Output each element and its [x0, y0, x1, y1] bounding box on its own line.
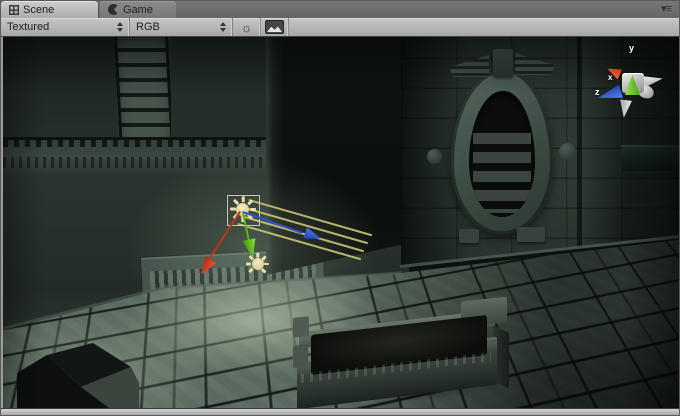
sun-icon: ☼ — [241, 19, 253, 36]
scene-view-window: Scene Game ▾≡ Textured RGB ☼ — [0, 0, 680, 416]
x-axis-label: x — [608, 73, 612, 82]
scene-toolbar: Textured RGB ☼ — [1, 18, 679, 37]
scene-grid-icon — [9, 5, 19, 15]
scene-lighting-toggle[interactable]: ☼ — [233, 18, 261, 36]
tab-game-label: Game — [123, 4, 153, 16]
tab-bar: Scene Game ▾≡ — [1, 1, 679, 18]
color-mode-dropdown[interactable]: RGB — [130, 18, 233, 36]
dropdown-arrows-icon — [220, 22, 226, 32]
scene-viewport[interactable]: y x z — [3, 37, 679, 408]
tab-scene[interactable]: Scene — [1, 1, 98, 18]
game-overlay-toggle[interactable] — [261, 18, 289, 36]
window-bottom-edge — [1, 408, 679, 416]
tab-context-menu-icon[interactable]: ▾≡ — [661, 2, 671, 15]
image-icon — [265, 20, 284, 34]
dropdown-arrows-icon — [117, 22, 123, 32]
y-axis-label: y — [629, 43, 634, 53]
vignette — [3, 37, 679, 408]
tab-game[interactable]: Game — [100, 1, 176, 18]
render-mode-dropdown[interactable]: Textured — [1, 18, 130, 36]
render-mode-value: Textured — [7, 21, 113, 33]
game-pacman-icon — [108, 4, 119, 15]
z-axis-label: z — [595, 87, 600, 97]
color-mode-value: RGB — [136, 21, 216, 33]
tab-scene-label: Scene — [23, 4, 54, 16]
